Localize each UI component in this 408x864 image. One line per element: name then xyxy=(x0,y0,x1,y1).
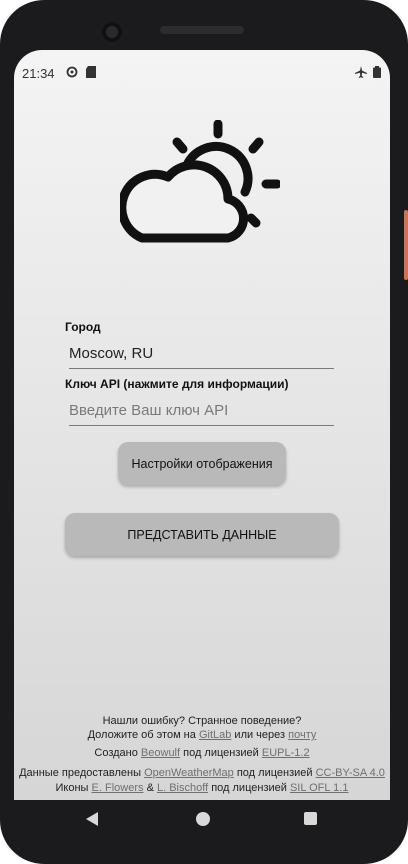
data-prefix: Данные предоставлены xyxy=(19,767,142,779)
sd-card-icon xyxy=(86,66,96,81)
footer-icons-credit: Иконы E. Flowers & L. Bischoff под лицен… xyxy=(14,782,390,794)
icons-author1-link[interactable]: E. Flowers xyxy=(92,782,144,794)
city-field[interactable]: Moscow, RU xyxy=(69,340,334,369)
status-time: 21:34 xyxy=(22,66,55,81)
api-key-label[interactable]: Ключ API (нажмите для информации) xyxy=(65,377,289,391)
submit-data-label: ПРЕДСТАВИТЬ ДАННЫЕ xyxy=(127,527,277,542)
sync-icon xyxy=(66,66,78,81)
earpiece-speaker xyxy=(160,26,244,34)
footer-created: Создано Beowulf под лицензией EUPL-1.2 xyxy=(14,747,390,759)
footer-bug-question: Нашли ошибку? Странное поведение? xyxy=(14,715,390,727)
footer-report: Доложите об этом на GitLab или через поч… xyxy=(14,729,390,741)
city-value: Moscow, RU xyxy=(69,345,154,362)
footer-line1: Нашли ошибку? Странное поведение? xyxy=(102,715,302,727)
data-license-prefix: под лицензией xyxy=(236,767,313,779)
partly-cloudy-icon xyxy=(117,119,282,255)
mail-link[interactable]: почту xyxy=(288,729,316,741)
openweathermap-link[interactable]: OpenWeatherMap xyxy=(144,767,234,779)
navigation-bar xyxy=(0,800,408,864)
license-prefix: под лицензией xyxy=(183,747,259,759)
data-license-link[interactable]: CC-BY-SA 4.0 xyxy=(316,767,385,779)
recents-icon[interactable] xyxy=(304,812,317,825)
front-camera xyxy=(102,22,122,42)
icons-author2-link[interactable]: L. Bischoff xyxy=(157,782,208,794)
gitlab-link[interactable]: GitLab xyxy=(199,729,231,741)
footer-data-source: Данные предоставлены OpenWeatherMap под … xyxy=(14,767,390,779)
status-bar: 21:34 xyxy=(14,62,390,84)
display-settings-label: Настройки отображения xyxy=(131,456,273,471)
submit-data-button[interactable]: ПРЕДСТАВИТЬ ДАННЫЕ xyxy=(65,513,339,556)
report-prefix: Доложите об этом на xyxy=(87,729,196,741)
icons-amp: & xyxy=(146,782,154,794)
api-key-field[interactable]: Введите Ваш ключ API xyxy=(69,397,334,426)
display-settings-button[interactable]: Настройки отображения xyxy=(118,442,286,485)
icons-prefix: Иконы xyxy=(55,782,89,794)
city-label: Город xyxy=(65,320,101,334)
home-icon[interactable] xyxy=(196,812,210,826)
icons-license-link[interactable]: SIL OFL 1.1 xyxy=(290,782,349,794)
app-screen: 21:34 Город Moscow, RU Ключ API (нажмите… xyxy=(14,50,390,800)
license-link[interactable]: EUPL-1.2 xyxy=(262,747,310,759)
created-prefix: Создано xyxy=(94,747,138,759)
battery-icon xyxy=(373,66,381,81)
back-icon[interactable] xyxy=(86,812,98,826)
power-button xyxy=(404,210,408,280)
report-mid: или через xyxy=(234,729,286,741)
icons-license-prefix: под лицензией xyxy=(211,782,287,794)
api-key-placeholder: Введите Ваш ключ API xyxy=(69,402,229,419)
airplane-icon xyxy=(355,66,367,81)
author-link[interactable]: Beowulf xyxy=(141,747,180,759)
